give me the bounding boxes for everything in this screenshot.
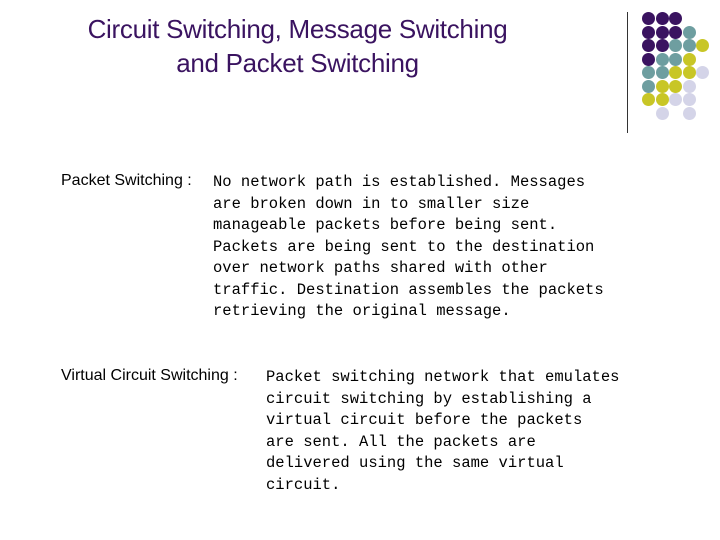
dot-teal xyxy=(682,25,696,39)
term-label: Virtual Circuit Switching : xyxy=(61,367,238,384)
dot-yellow xyxy=(682,66,696,79)
definition-line: are broken down in to smaller size xyxy=(213,194,530,213)
definition-line: retrieving the original message. xyxy=(213,302,511,320)
dot-purple xyxy=(669,25,682,39)
dot-lavender xyxy=(682,93,696,106)
definition-line: circuit. xyxy=(266,475,341,494)
dot-lavender xyxy=(669,93,682,106)
definition-line: are sent. All the packets are xyxy=(266,432,536,451)
dot-purple xyxy=(642,39,655,52)
dot-yellow xyxy=(642,93,655,106)
dot-teal xyxy=(642,66,655,79)
definition-line: virtual circuit before the packets xyxy=(266,411,583,429)
dot-teal xyxy=(655,66,669,79)
dot-yellow xyxy=(669,66,682,79)
dot-purple xyxy=(655,39,669,52)
definition-line: over network paths shared with other xyxy=(213,259,548,277)
dot-purple xyxy=(642,52,655,66)
term-label: Packet Switching : xyxy=(61,172,192,189)
dot-lavender xyxy=(655,106,669,120)
definition-line: manageable packets before being sent. xyxy=(213,216,558,234)
definition-line: No network path is established. Messages xyxy=(213,173,586,191)
definition-text: Packet switching network that emulates ci… xyxy=(266,367,619,496)
dot-teal xyxy=(669,39,682,52)
dot-grid-icon xyxy=(0,0,720,140)
definition-line: Packet switching network that emulates xyxy=(266,368,620,386)
dot-purple xyxy=(669,12,682,25)
dot-lavender xyxy=(696,66,709,79)
definition-line: circuit switching by establishing a xyxy=(266,389,592,408)
dot-teal xyxy=(682,39,696,52)
dot-purple xyxy=(655,25,669,39)
dot-teal xyxy=(669,52,682,66)
dot-lavender xyxy=(682,79,696,93)
dot-purple xyxy=(642,25,655,39)
dot-purple xyxy=(642,12,655,25)
dot-yellow xyxy=(696,39,709,52)
dot-lavender xyxy=(682,106,696,120)
definition-text: No network path is established. Messages… xyxy=(213,172,604,323)
definition-line: Packets are being sent to the destinatio… xyxy=(213,237,595,256)
dot-yellow xyxy=(655,93,669,106)
dot-purple xyxy=(655,12,669,25)
dot-teal xyxy=(655,52,669,66)
definition-line: traffic. Destination assembles the packe… xyxy=(213,280,604,299)
dot-teal xyxy=(642,79,655,93)
dot-yellow xyxy=(669,79,682,93)
definition-line: delivered using the same virtual xyxy=(266,454,564,472)
dot-yellow xyxy=(655,79,669,93)
dot-yellow xyxy=(682,52,696,66)
